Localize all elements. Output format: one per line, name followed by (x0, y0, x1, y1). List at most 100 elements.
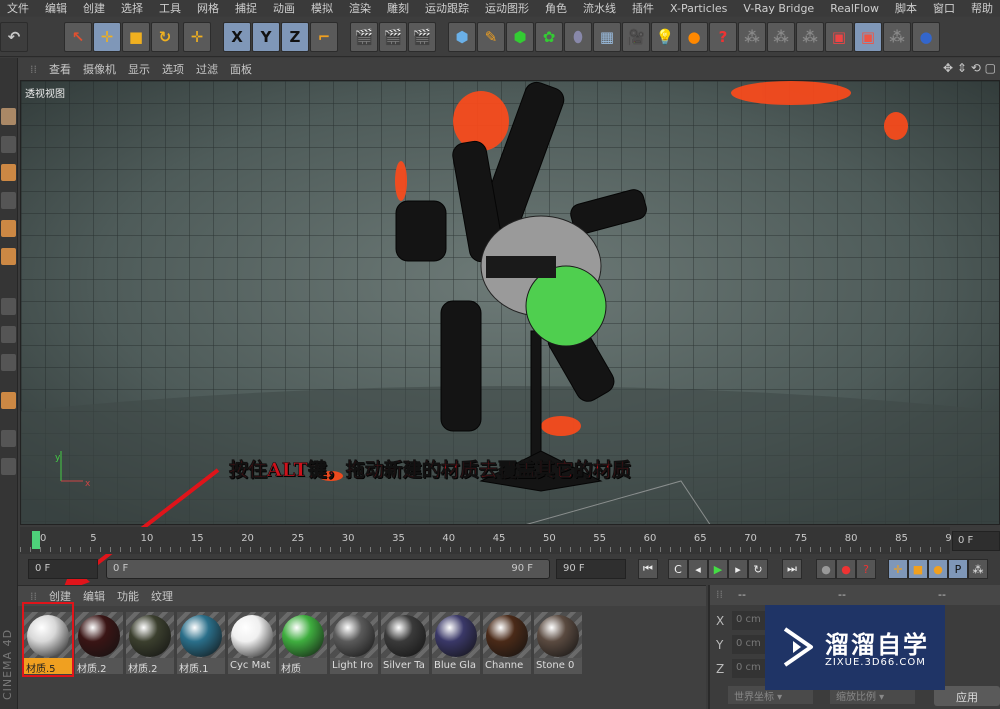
camera-button[interactable]: 🎥 (622, 22, 650, 52)
keyframe-selection-button[interactable]: ? (856, 559, 876, 579)
grid-button[interactable]: ⁂ (767, 22, 795, 52)
deformer-button[interactable]: ⬮ (564, 22, 592, 52)
cube-button[interactable]: ⬢ (448, 22, 476, 52)
model-mode-icon[interactable] (1, 108, 16, 125)
render-button[interactable]: 🎬 (379, 22, 407, 52)
z-axis-button[interactable]: Z (281, 22, 309, 52)
render-settings-button[interactable]: 🎬 (408, 22, 436, 52)
menu-item[interactable]: 文件 (0, 0, 38, 16)
pen-button[interactable]: ✎ (477, 22, 505, 52)
menu-item[interactable]: V-Ray Bridge (736, 2, 823, 15)
menu-item[interactable]: 工具 (152, 0, 190, 16)
ghost-button[interactable]: ⁂ (883, 22, 911, 52)
prev-key-button[interactable]: C (668, 559, 688, 579)
go-to-end-button[interactable]: ⏭ (782, 559, 802, 579)
viewport-nav-icons[interactable]: ✥ ⇕ ⟲ ▢ (943, 61, 996, 75)
cloner-button[interactable]: ✿ (535, 22, 563, 52)
y-axis-button[interactable]: Y (252, 22, 280, 52)
viewport-menu-item[interactable]: 过滤 (196, 61, 218, 77)
material-swatch[interactable]: Cyc Mat (228, 612, 276, 674)
perspective-viewport[interactable]: 透视视图 y x 按住ALT键，拖动新建的材质去覆盖其它的材质 (20, 80, 1000, 525)
go-to-start-button[interactable]: ⏮ (638, 559, 658, 579)
render-region-button[interactable]: ▣ (825, 22, 853, 52)
menu-item[interactable]: 网格 (190, 0, 228, 16)
snap-icon[interactable] (1, 354, 16, 371)
polygons-mode-icon[interactable] (1, 248, 16, 265)
material-swatch[interactable]: Light Iro (330, 612, 378, 674)
menu-item[interactable]: 帮助 (964, 0, 1000, 16)
start-frame-field[interactable]: 0 F (28, 559, 98, 579)
undo-button[interactable]: ↶ (0, 22, 28, 52)
prev-frame-button[interactable]: ◂ (688, 559, 708, 579)
menu-item[interactable]: 捕捉 (228, 0, 266, 16)
enable-axis-icon[interactable] (1, 298, 16, 315)
next-key-button[interactable]: ↻ (748, 559, 768, 579)
viewport-menu-item[interactable]: 摄像机 (83, 61, 116, 77)
texture-mode-icon[interactable] (1, 136, 16, 153)
menu-item[interactable]: 动画 (266, 0, 304, 16)
sculpt-icon[interactable] (1, 392, 16, 409)
render-view-button[interactable]: 🎬 (350, 22, 378, 52)
material-swatch[interactable]: Channe (483, 612, 531, 674)
material-swatch[interactable]: Stone 0 (534, 612, 582, 674)
play-button[interactable]: ▶ (708, 559, 728, 579)
rotate-button[interactable]: ↻ (151, 22, 179, 52)
live-select-button[interactable]: ↖ (64, 22, 92, 52)
viewport-menu-item[interactable]: 查看 (49, 61, 71, 77)
viewport-menu-item[interactable]: 选项 (162, 61, 184, 77)
tag-button[interactable]: ● (680, 22, 708, 52)
menu-item[interactable]: RealFlow (823, 2, 888, 15)
points-mode-icon[interactable] (1, 192, 16, 209)
menu-item[interactable]: 编辑 (38, 0, 76, 16)
key-param-button[interactable]: P (948, 559, 968, 579)
next-frame-button[interactable]: ▸ (728, 559, 748, 579)
viewport-menu-item[interactable]: 显示 (128, 61, 150, 77)
snap-button[interactable]: ⁂ (738, 22, 766, 52)
key-rotation-button[interactable]: ● (928, 559, 948, 579)
key-pla-button[interactable]: ⁂ (968, 559, 988, 579)
subdivision-button[interactable]: ⬢ (506, 22, 534, 52)
floor-button[interactable]: ▦ (593, 22, 621, 52)
key-position-button[interactable]: ✛ (888, 559, 908, 579)
material-swatch[interactable]: Blue Gla (432, 612, 480, 674)
workplane-icon[interactable] (1, 164, 16, 181)
menu-item[interactable]: 选择 (114, 0, 152, 16)
menu-item[interactable]: X-Particles (663, 2, 736, 15)
light-button[interactable]: 💡 (651, 22, 679, 52)
workplane-button[interactable]: ⁂ (796, 22, 824, 52)
menu-item[interactable]: 流水线 (576, 0, 625, 16)
menu-item[interactable]: 脚本 (888, 0, 926, 16)
menu-item[interactable]: 插件 (625, 0, 663, 16)
recent-tool-button[interactable]: ✛ (183, 22, 211, 52)
range-slider[interactable]: 0 F 90 F (106, 559, 550, 579)
menu-item[interactable]: 窗口 (926, 0, 964, 16)
record-button[interactable]: ● (816, 559, 836, 579)
timeline-ruler[interactable]: 051015202530354045505560657075808590 (20, 527, 958, 554)
menu-item[interactable]: 运动跟踪 (418, 0, 478, 16)
lock-icon[interactable] (1, 430, 16, 447)
material-swatch[interactable]: 材质.2 (75, 612, 123, 674)
material-menu-item[interactable]: 功能 (117, 588, 139, 604)
menu-item[interactable]: 雕刻 (380, 0, 418, 16)
material-menu-item[interactable]: 纹理 (151, 588, 173, 604)
material-swatch[interactable]: Silver Ta (381, 612, 429, 674)
material-menu-item[interactable]: 编辑 (83, 588, 105, 604)
menu-item[interactable]: 运动图形 (478, 0, 538, 16)
xparticles-button[interactable]: ● (912, 22, 940, 52)
material-swatch[interactable]: 材质 (279, 612, 327, 674)
current-frame-field[interactable]: 0 F (952, 531, 1000, 551)
x-axis-button[interactable]: X (223, 22, 251, 52)
end-frame-field[interactable]: 90 F (556, 559, 626, 579)
viewport-solo-button[interactable]: ▣ (854, 22, 882, 52)
grid-icon[interactable] (1, 458, 16, 475)
scale-button[interactable]: ■ (122, 22, 150, 52)
menu-item[interactable]: 模拟 (304, 0, 342, 16)
menu-item[interactable]: 创建 (76, 0, 114, 16)
material-swatch[interactable]: 材质.2 (126, 612, 174, 674)
coordinate-system-button[interactable]: ⌐ (310, 22, 338, 52)
key-scale-button[interactable]: ■ (908, 559, 928, 579)
edges-mode-icon[interactable] (1, 220, 16, 237)
autokey-button[interactable]: ● (836, 559, 856, 579)
help-button[interactable]: ? (709, 22, 737, 52)
viewport-menu-item[interactable]: 面板 (230, 61, 252, 77)
